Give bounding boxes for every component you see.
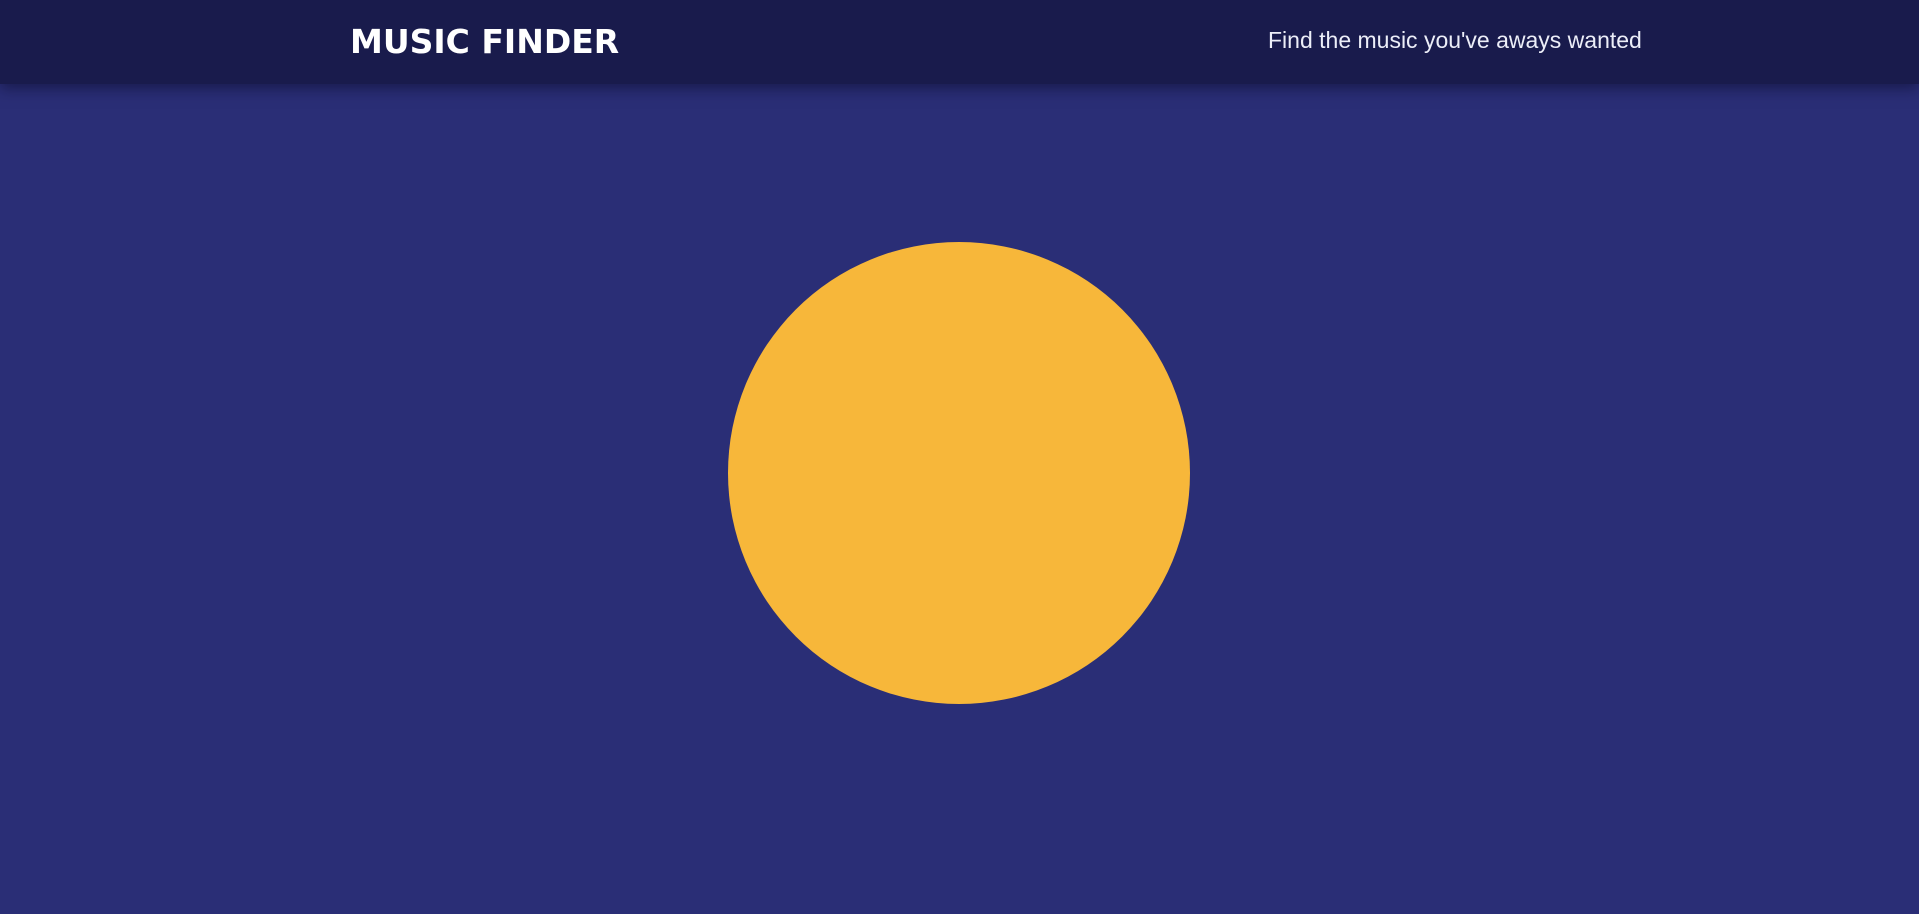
music-finder-logo[interactable]: MUSIC FINDER <box>350 20 619 64</box>
top-header: MUSIC FINDER Find the music you've aways… <box>0 0 1919 84</box>
header-tagline: Find the music you've aways wanted <box>1268 27 1642 53</box>
yellow-circle-graphic <box>728 242 1190 704</box>
main-content <box>0 84 1919 914</box>
